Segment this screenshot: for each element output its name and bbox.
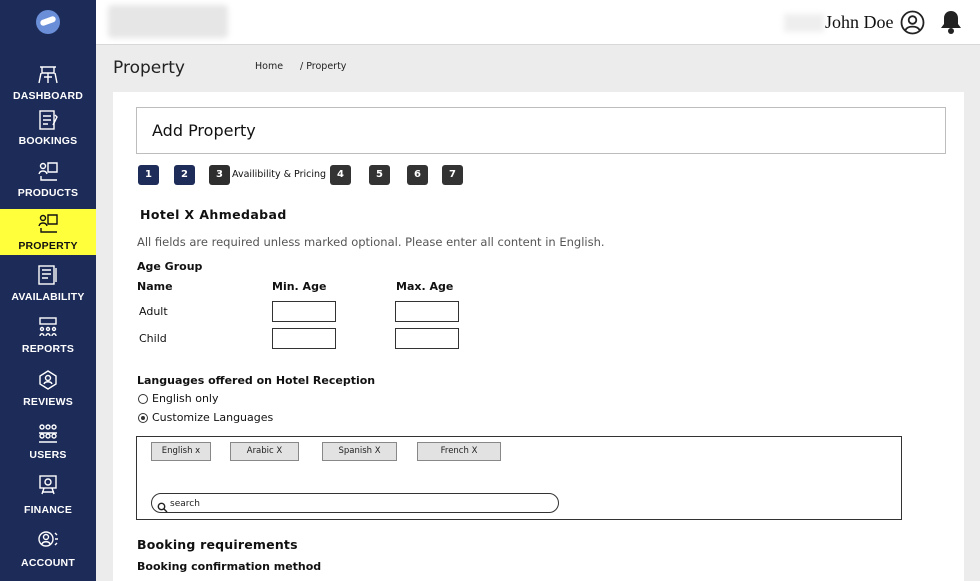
adult-max-age-input[interactable]: [395, 301, 459, 322]
finance-icon: [37, 474, 59, 496]
notification-bell-icon[interactable]: [939, 9, 963, 35]
language-search-box[interactable]: [151, 493, 559, 513]
age-group-title: Age Group: [137, 260, 203, 273]
form-title-box: Add Property: [136, 107, 946, 154]
user-name[interactable]: John Doe: [825, 12, 894, 33]
child-min-age-input[interactable]: [272, 328, 336, 349]
bookings-icon: [37, 109, 59, 131]
step-1[interactable]: 1: [138, 165, 159, 185]
sidebar-item-label: AVAILABILITY: [11, 291, 85, 303]
step-3[interactable]: 3: [209, 165, 230, 185]
sidebar-item-label: ACCOUNT: [21, 557, 75, 569]
blurred-text: [784, 14, 824, 32]
products-icon: [37, 160, 59, 182]
blurred-brand: [108, 5, 228, 38]
sidebar-item-dashboard[interactable]: DASHBOARD: [0, 55, 96, 105]
search-icon: [157, 498, 168, 513]
child-max-age-input[interactable]: [395, 328, 459, 349]
sidebar-item-label: PRODUCTS: [17, 187, 79, 199]
language-search-input[interactable]: [170, 496, 550, 511]
sidebar-item-availability[interactable]: AVAILABILITY: [0, 260, 96, 305]
step-7[interactable]: 7: [442, 165, 463, 185]
customize-languages-label[interactable]: Customize Languages: [152, 411, 273, 424]
col-name-header: Name: [137, 280, 173, 293]
user-avatar-icon[interactable]: [900, 10, 925, 35]
booking-requirements-title: Booking requirements: [137, 537, 298, 552]
sidebar-item-label: REPORTS: [21, 343, 75, 355]
sidebar-item-label: BOOKINGS: [18, 135, 78, 147]
sidebar-item-users[interactable]: USERS: [0, 418, 96, 463]
sidebar: DASHBOARD BOOKINGS PRODUCTS PROPERTY AVA…: [0, 0, 96, 581]
sidebar-item-label: REVIEWS: [23, 396, 73, 408]
step-6[interactable]: 6: [407, 165, 428, 185]
english-only-radio[interactable]: [138, 394, 148, 404]
step-2[interactable]: 2: [174, 165, 195, 185]
sidebar-item-reviews[interactable]: REVIEWS: [0, 365, 96, 410]
sidebar-item-account[interactable]: ACCOUNT: [0, 525, 96, 573]
sidebar-item-reports[interactable]: REPORTS: [0, 312, 96, 357]
step-5[interactable]: 5: [369, 165, 390, 185]
property-icon: [37, 212, 59, 234]
sidebar-item-label: USERS: [29, 449, 67, 461]
availability-icon: [37, 264, 59, 286]
account-icon: [37, 529, 59, 551]
age-row-child-label: Child: [139, 332, 167, 345]
sidebar-item-finance[interactable]: FINANCE: [0, 470, 96, 518]
breadcrumb-home[interactable]: Home: [255, 61, 283, 72]
language-chip-english[interactable]: English x: [151, 442, 211, 461]
col-min-age-header: Min. Age: [272, 280, 327, 293]
sidebar-item-property[interactable]: PROPERTY: [0, 209, 96, 255]
language-chip-arabic[interactable]: Arabic X: [230, 442, 299, 461]
reports-icon: [37, 316, 59, 338]
language-chip-french[interactable]: French X: [417, 442, 501, 461]
dashboard-icon: [37, 63, 59, 85]
page-title: Property: [113, 58, 185, 78]
sidebar-item-label: DASHBOARD: [12, 90, 84, 102]
sidebar-item-label: FINANCE: [23, 504, 73, 516]
languages-title: Languages offered on Hotel Reception: [137, 374, 376, 387]
form-instructions: All fields are required unless marked op…: [137, 235, 605, 249]
sidebar-item-products[interactable]: PRODUCTS: [0, 155, 96, 203]
app-logo[interactable]: [36, 10, 60, 34]
col-max-age-header: Max. Age: [396, 280, 454, 293]
sidebar-item-label: PROPERTY: [18, 240, 78, 252]
hotel-name: Hotel X Ahmedabad: [140, 207, 287, 222]
reviews-icon: [37, 369, 59, 391]
users-icon: [37, 422, 59, 444]
language-chip-spanish[interactable]: Spanish X: [322, 442, 397, 461]
customize-languages-radio[interactable]: [138, 413, 148, 423]
step-3-label: Availibility & Pricing: [232, 169, 327, 180]
booking-confirmation-method-label: Booking confirmation method: [137, 560, 322, 573]
english-only-label[interactable]: English only: [152, 392, 218, 405]
form-title: Add Property: [152, 121, 256, 140]
breadcrumb-current: / Property: [300, 61, 347, 72]
sidebar-item-bookings[interactable]: BOOKINGS: [0, 105, 96, 150]
step-4[interactable]: 4: [330, 165, 351, 185]
adult-min-age-input[interactable]: [272, 301, 336, 322]
top-bar: John Doe: [96, 0, 980, 45]
age-row-adult-label: Adult: [139, 305, 168, 318]
